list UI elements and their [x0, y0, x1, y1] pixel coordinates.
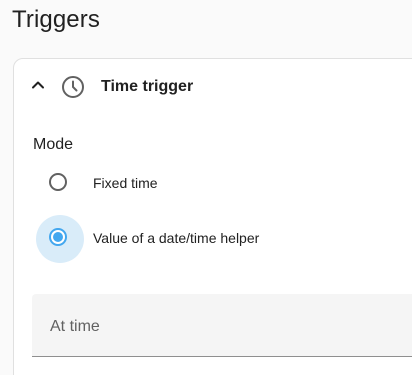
- trigger-title: Time trigger: [101, 78, 194, 95]
- mode-label: Mode: [33, 136, 74, 153]
- radio-dot: [53, 232, 63, 242]
- radio-fixed-time[interactable]: Fixed time: [36, 160, 412, 208]
- at-time-field[interactable]: At time: [32, 294, 412, 357]
- radio-label-datetime-helper: Value of a date/time helper: [93, 230, 260, 246]
- at-time-label: At time: [50, 318, 100, 335]
- radio-button-checked[interactable]: [49, 228, 67, 246]
- trigger-card-header[interactable]: Time trigger: [14, 59, 412, 115]
- clock-icon: [62, 76, 84, 98]
- radio-label-fixed-time: Fixed time: [93, 175, 158, 191]
- page: Triggers Time trigger Mode Fixed time Va…: [0, 0, 412, 375]
- trigger-card: Time trigger Mode Fixed time Value of a …: [13, 58, 412, 375]
- section-title: Triggers: [12, 6, 100, 33]
- chevron-up-icon[interactable]: [28, 75, 48, 95]
- radio-button-unchecked[interactable]: [49, 173, 67, 191]
- radio-datetime-helper[interactable]: Value of a date/time helper: [36, 215, 412, 263]
